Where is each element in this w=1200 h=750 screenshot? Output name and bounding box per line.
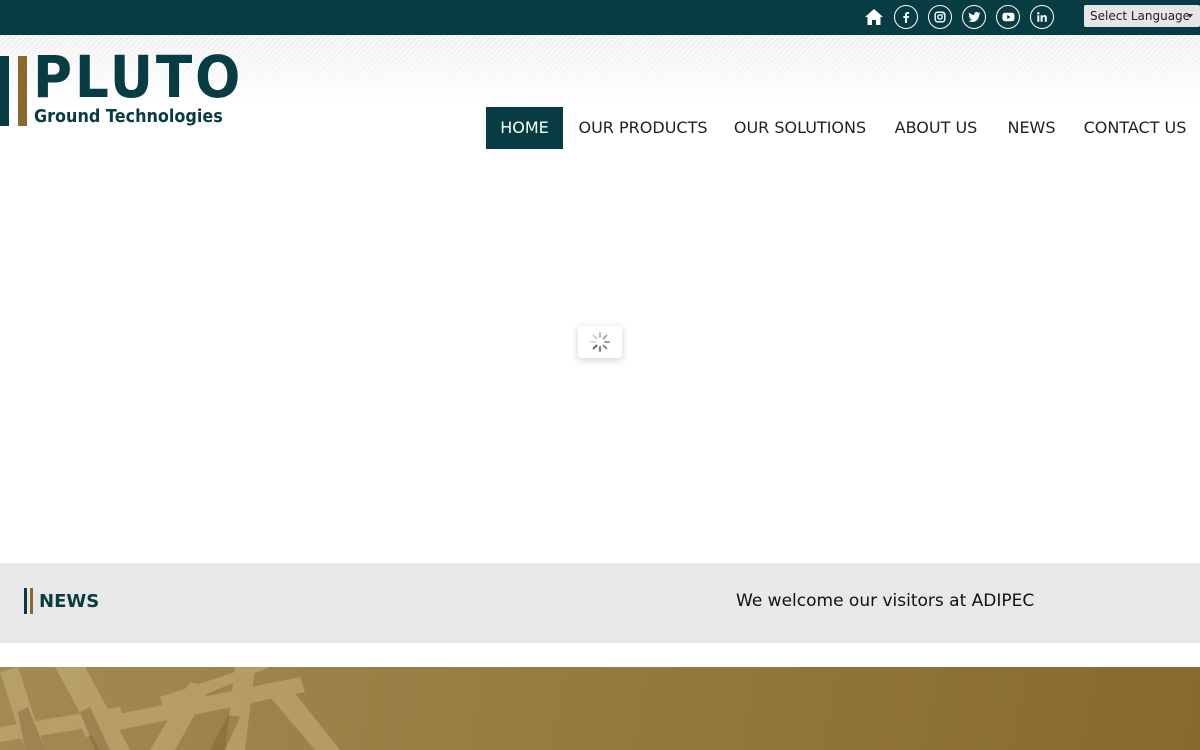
logo-tagline: Ground Technologies — [34, 106, 223, 127]
nav-item-about-us[interactable]: ABOUT US — [889, 107, 983, 149]
language-select[interactable]: Select Language — [1084, 5, 1200, 27]
twitter-icon[interactable] — [962, 5, 986, 29]
news-ticker-item[interactable]: We welcome our visitors at ADIPEC — [736, 589, 1034, 613]
instagram-icon[interactable] — [928, 5, 952, 29]
nav-item-news[interactable]: NEWS — [1001, 107, 1062, 149]
lattice-structure-image — [0, 667, 340, 750]
linkedin-icon[interactable] — [1030, 5, 1054, 29]
loading-spinner — [578, 326, 622, 358]
site-header: PLUTO Ground Technologies HOME OUR PRODU… — [0, 35, 1200, 155]
youtube-icon[interactable] — [996, 5, 1020, 29]
site-logo[interactable]: PLUTO Ground Technologies — [0, 46, 240, 135]
logo-brand: PLUTO — [33, 43, 244, 111]
nav-item-our-solutions[interactable]: OUR SOLUTIONS — [730, 107, 870, 149]
news-title: NEWS — [39, 591, 100, 612]
top-bar: Select Language — [0, 0, 1200, 35]
language-select-label: Select Language — [1090, 9, 1191, 23]
facebook-icon[interactable] — [894, 5, 918, 29]
spinner-icon — [590, 332, 610, 352]
news-mark-gold — [30, 588, 33, 614]
nav-item-our-products[interactable]: OUR PRODUCTS — [574, 107, 712, 149]
news-ticker: NEWS We welcome our visitors at ADIPEC — [0, 563, 1200, 643]
hero-image — [0, 667, 1200, 750]
news-mark-teal — [24, 588, 27, 614]
home-icon[interactable] — [862, 5, 886, 29]
chevron-down-icon — [1187, 14, 1193, 18]
nav-item-contact-us[interactable]: CONTACT US — [1080, 107, 1190, 149]
logo-bar-gold — [18, 56, 27, 126]
nav-item-home[interactable]: HOME — [486, 107, 563, 149]
logo-bar-teal — [0, 56, 9, 126]
